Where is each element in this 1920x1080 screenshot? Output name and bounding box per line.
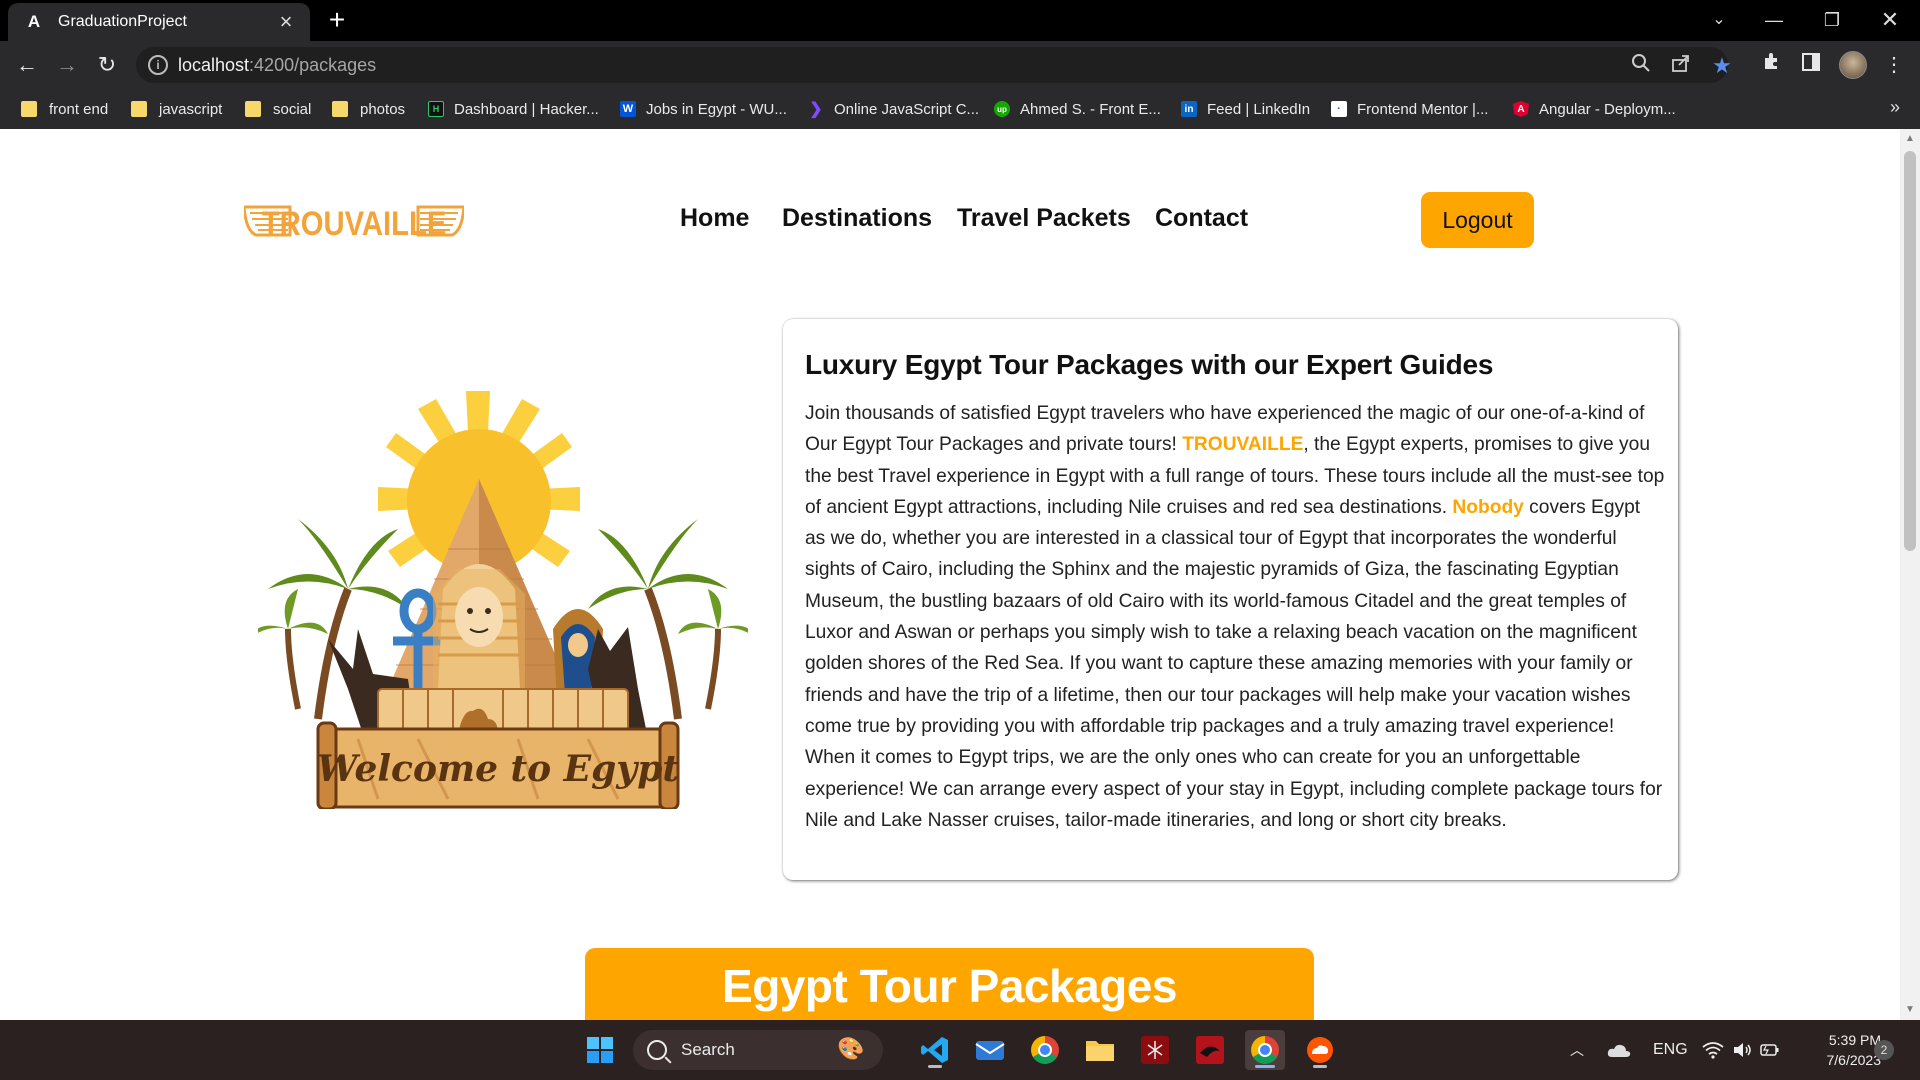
profile-avatar[interactable]	[1839, 51, 1867, 79]
bookmark-linkedin[interactable]: in Feed | LinkedIn	[1181, 97, 1310, 121]
folder-icon	[131, 101, 147, 117]
vscode-taskbar-icon[interactable]	[915, 1030, 955, 1070]
wifi-icon[interactable]	[1702, 1020, 1724, 1080]
running-indicator	[928, 1065, 942, 1068]
card-body: Join thousands of satisfied Egypt travel…	[805, 403, 1665, 831]
zoom-icon[interactable]	[1628, 53, 1654, 79]
nav-travel-packets[interactable]: Travel Packets	[957, 204, 1131, 233]
logo-text: TROUVAILLE	[262, 204, 447, 243]
share-icon[interactable]	[1668, 53, 1694, 79]
scroll-up-arrow-icon[interactable]: ▲	[1900, 131, 1920, 147]
bookmark-hackerrank[interactable]: H Dashboard | Hacker...	[428, 97, 599, 121]
side-panel-icon[interactable]	[1795, 48, 1827, 82]
upwork-icon: up	[994, 101, 1010, 117]
folder-icon	[245, 101, 261, 117]
spiderman-app-taskbar-icon[interactable]	[1135, 1030, 1175, 1070]
search-highlight-icon: 🎨	[837, 1036, 865, 1061]
active-indicator	[1255, 1065, 1275, 1068]
more-bookmarks-icon[interactable]: »	[1890, 97, 1900, 118]
bookmark-programiz[interactable]: ❯ Online JavaScript C...	[808, 97, 979, 121]
illustration-caption: Welcome to Egypt	[317, 748, 679, 790]
url-text[interactable]: localhost:4200/packages	[178, 55, 376, 76]
logout-button[interactable]: Logout	[1421, 192, 1534, 248]
nav-contact[interactable]: Contact	[1155, 204, 1248, 233]
scroll-down-arrow-icon[interactable]: ▼	[1900, 1002, 1920, 1018]
info-card: Luxury Egypt Tour Packages with our Expe…	[783, 319, 1678, 880]
section-heading-banner: Egypt Tour Packages	[585, 948, 1314, 1020]
brand-highlight: TROUVAILLE	[1182, 434, 1304, 456]
clock-date: 7/6/2023	[1826, 1052, 1882, 1068]
angular-icon: A	[27, 12, 41, 31]
search-icon	[647, 1040, 667, 1060]
taskbar-search-box[interactable]: Search 🎨	[633, 1030, 883, 1070]
file-explorer-taskbar-icon[interactable]	[1080, 1030, 1120, 1070]
reload-button[interactable]: ↻	[90, 48, 124, 82]
wuzzuf-icon: W	[620, 101, 636, 117]
windows-logo-icon	[587, 1037, 613, 1063]
folder-icon	[332, 101, 348, 117]
bookmark-folder-front-end[interactable]: front end	[21, 97, 108, 121]
clock-time: 5:39 PM	[1828, 1032, 1881, 1048]
soundcloud-taskbar-icon[interactable]	[1300, 1030, 1340, 1070]
welcome-to-egypt-illustration: Welcome to Egypt	[248, 389, 758, 811]
scrollbar-thumb[interactable]	[1904, 151, 1916, 551]
show-hidden-icons-chevron-icon[interactable]: ︿	[1570, 1020, 1584, 1080]
bookmark-wuzzuf[interactable]: W Jobs in Egypt - WU...	[620, 97, 787, 121]
windows-taskbar: Search 🎨 ︿ ENG 5:39 PM 7/6/2023 2	[0, 1020, 1920, 1080]
forward-button[interactable]: →	[50, 48, 84, 82]
close-tab-icon[interactable]: ×	[274, 9, 298, 35]
volume-icon[interactable]	[1732, 1020, 1752, 1080]
system-clock[interactable]: 5:39 PM 7/6/2023	[1791, 1030, 1882, 1070]
site-logo[interactable]: TROUVAILLE	[242, 201, 466, 243]
mail-taskbar-icon[interactable]	[970, 1030, 1010, 1070]
browser-tab-strip: A GraduationProject × + ⌄ — ❐ ✕	[0, 0, 1920, 41]
browser-tab[interactable]: A GraduationProject ×	[8, 3, 310, 41]
bookmarks-bar: front end javascript social photos H Dash…	[0, 89, 1920, 129]
card-title: Luxury Egypt Tour Packages with our Expe…	[805, 349, 1494, 380]
nobody-highlight: Nobody	[1452, 496, 1524, 518]
tab-search-chevron-icon[interactable]: ⌄	[1696, 4, 1742, 36]
language-indicator[interactable]: ENG	[1653, 1020, 1688, 1080]
chrome-active-taskbar-icon[interactable]	[1245, 1030, 1285, 1070]
restore-button[interactable]: ❐	[1809, 4, 1855, 36]
bookmark-upwork[interactable]: up Ahmed S. - Front E...	[994, 97, 1161, 121]
running-indicator	[1313, 1065, 1327, 1068]
site-info-icon[interactable]: i	[148, 55, 168, 75]
new-tab-button[interactable]: +	[322, 6, 352, 36]
frontend-mentor-icon: ·	[1331, 101, 1347, 117]
minimize-button[interactable]: —	[1751, 4, 1797, 36]
browser-toolbar: ← → ↻ i localhost:4200/packages ★ ⋮	[0, 41, 1920, 89]
game-app-taskbar-icon[interactable]	[1190, 1030, 1230, 1070]
bookmark-folder-photos[interactable]: photos	[332, 97, 405, 121]
chrome-taskbar-icon[interactable]	[1025, 1030, 1065, 1070]
folder-icon	[21, 101, 37, 117]
browser-menu-icon[interactable]: ⋮	[1878, 48, 1910, 82]
extensions-puzzle-icon[interactable]	[1756, 48, 1788, 82]
battery-icon[interactable]	[1760, 1020, 1780, 1080]
notification-badge[interactable]: 2	[1874, 1040, 1894, 1060]
linkedin-icon: in	[1181, 101, 1197, 117]
page-scrollbar[interactable]: ▲ ▼	[1900, 129, 1920, 1020]
tab-title: GraduationProject	[58, 13, 187, 30]
bookmark-folder-javascript[interactable]: javascript	[131, 97, 222, 121]
page-viewport: TROUVAILLE Home Destinations Travel Pack…	[0, 129, 1900, 1020]
address-bar[interactable]: i localhost:4200/packages ★	[136, 47, 1732, 83]
programiz-icon: ❯	[809, 101, 823, 118]
nav-destinations[interactable]: Destinations	[782, 204, 932, 233]
nav-home[interactable]: Home	[680, 204, 749, 233]
close-window-button[interactable]: ✕	[1867, 4, 1913, 36]
bookmark-angular[interactable]: A Angular - Deploym...	[1513, 97, 1676, 121]
hackerrank-icon: H	[428, 101, 444, 117]
angular-icon: A	[1513, 101, 1529, 117]
bookmark-folder-social[interactable]: social	[245, 97, 311, 121]
onedrive-cloud-icon[interactable]	[1607, 1020, 1631, 1080]
bookmark-star-icon[interactable]: ★	[1709, 53, 1735, 79]
back-button[interactable]: ←	[10, 48, 44, 82]
start-button[interactable]	[580, 1030, 620, 1070]
bookmark-frontend-mentor[interactable]: · Frontend Mentor |...	[1331, 97, 1488, 121]
